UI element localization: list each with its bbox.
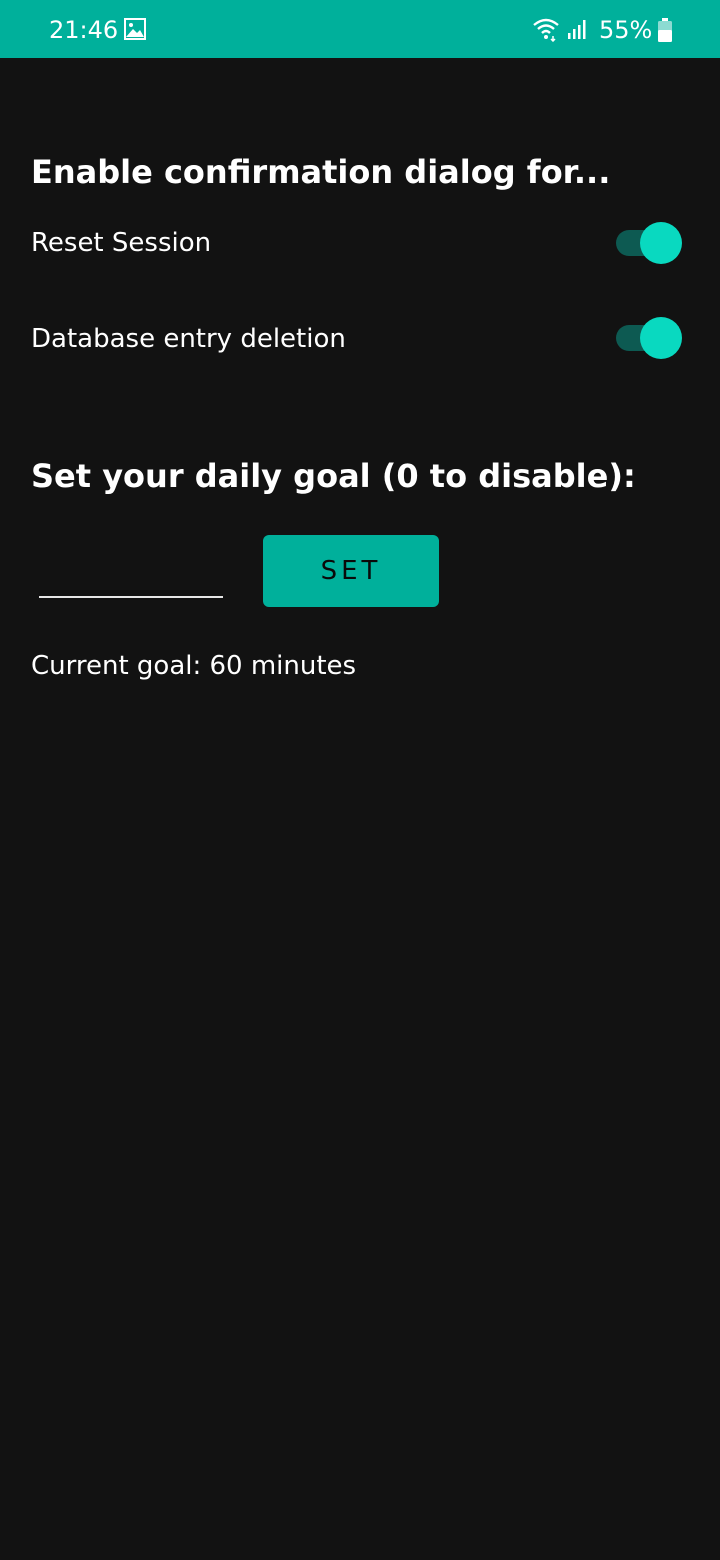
wifi-icon: [533, 18, 559, 42]
image-icon: [124, 18, 146, 40]
confirmation-section-title: Enable confirmation dialog for...: [31, 153, 611, 191]
set-goal-button[interactable]: SET: [263, 535, 439, 607]
battery-percent: 55%: [599, 16, 653, 44]
daily-goal-input[interactable]: [39, 548, 223, 598]
signal-icon: [568, 20, 586, 39]
current-goal-text: Current goal: 60 minutes: [31, 651, 357, 681]
toggle-thumb: [640, 317, 682, 359]
status-time: 21:46: [49, 16, 119, 44]
database-deletion-toggle[interactable]: [616, 317, 682, 359]
reset-session-label: Reset Session: [31, 228, 212, 258]
daily-goal-title: Set your daily goal (0 to disable):: [31, 457, 636, 495]
database-deletion-label: Database entry deletion: [31, 324, 346, 354]
toggle-thumb: [640, 222, 682, 264]
status-bar: 21:46 55%: [0, 0, 720, 58]
battery-icon: [658, 18, 672, 42]
reset-session-toggle[interactable]: [616, 222, 682, 264]
